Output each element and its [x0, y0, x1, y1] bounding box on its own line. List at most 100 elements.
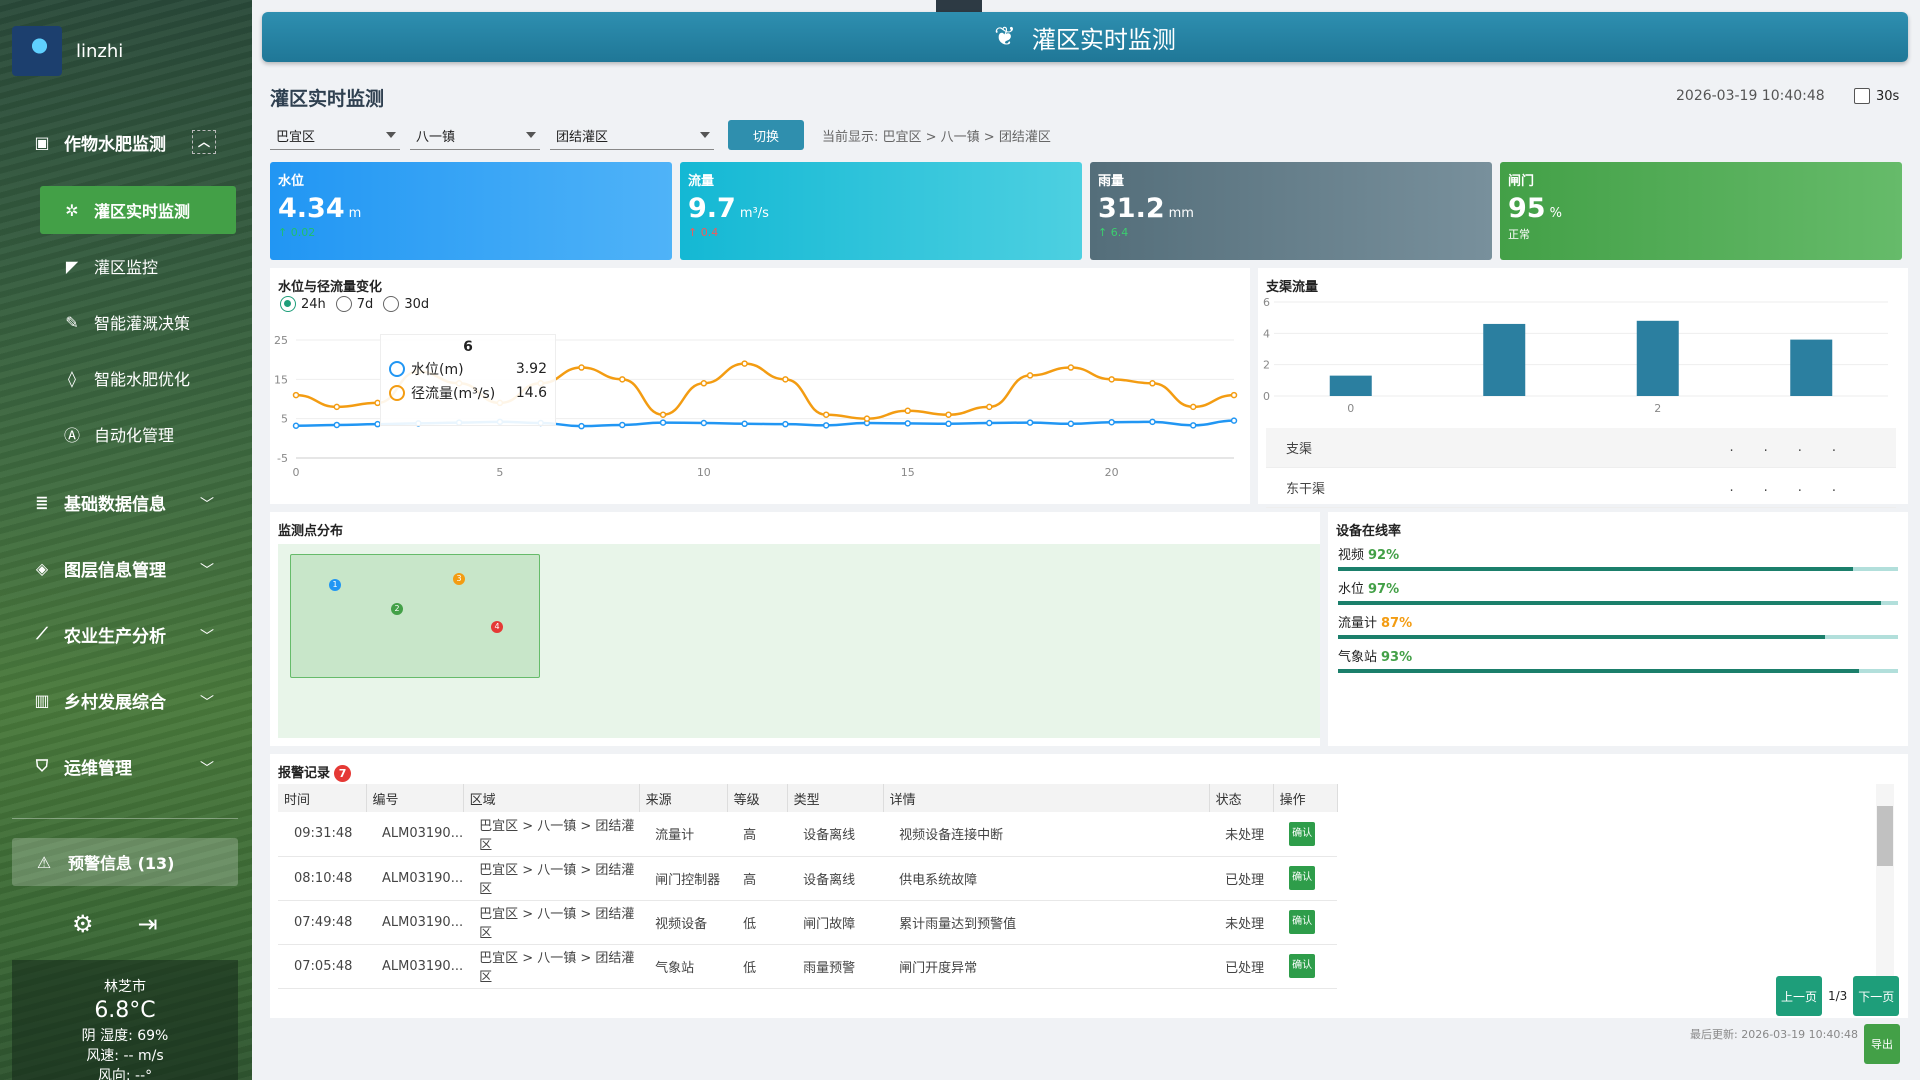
menu-group-label: 乡村发展综合 — [64, 692, 166, 713]
sidebar-item-decision[interactable]: ✎ 智能灌溉决策 — [40, 298, 236, 346]
monitor-pin[interactable]: 1 — [329, 579, 341, 591]
menu-group-basic-data[interactable]: ≣ 基础数据信息 ﹀ — [0, 480, 252, 524]
sidebar-item-label: 自动化管理 — [94, 426, 175, 445]
alert-info-button[interactable]: ⚠ 预警信息 (13) — [12, 838, 238, 886]
edit-icon: ✎ — [65, 312, 79, 332]
menu-group-ops[interactable]: ⛉ 运维管理 ﹀ — [0, 744, 252, 788]
card-delta: ↑ 0.4 — [688, 226, 719, 239]
prev-page-button[interactable]: 上一页 — [1776, 976, 1822, 1016]
alerts-panel: 报警记录 7 时间 编号 区域 来源 等级 类型 详情 状态 操作 09:31:4… — [270, 754, 1908, 1018]
column-header[interactable]: 类型 — [787, 784, 884, 812]
monitor-pin[interactable]: 3 — [453, 573, 465, 585]
map-panel: 监测点分布 1 2 3 4 — [270, 512, 1320, 746]
town-select[interactable]: 八一镇 — [410, 120, 540, 150]
table-cell: 供电系统故障 — [883, 856, 1210, 901]
column-header[interactable]: 编号 — [366, 784, 464, 812]
menu-group-layers[interactable]: ◈ 图层信息管理 ﹀ — [0, 546, 252, 590]
card-label: 流量 — [688, 174, 715, 189]
chart-line-icon: ⟋ — [36, 624, 48, 643]
table-row[interactable]: 07:05:48 ALM03190... 巴宜区 > 八一镇 > 团结灌区 气象站低雨… — [278, 944, 1338, 989]
chevron-up-icon[interactable]: ︿ — [192, 130, 216, 154]
column-header[interactable]: 详情 — [883, 784, 1210, 812]
column-header[interactable]: 区域 — [463, 784, 640, 812]
table-cell: 设备离线 — [787, 856, 884, 901]
auto-refresh-checkbox[interactable] — [1854, 88, 1870, 104]
table-row[interactable]: 08:10:48 ALM03190... 巴宜区 > 八一镇 > 团结灌区 闸门控制器… — [278, 856, 1338, 901]
table-row[interactable]: 07:49:48 ALM03190... 巴宜区 > 八一镇 > 团结灌区 视频设备低… — [278, 900, 1338, 945]
x-tick-label: 0 — [293, 466, 300, 479]
online-row: 气象站 93% — [1338, 646, 1898, 673]
layers-icon: ◈ — [35, 558, 49, 578]
logout-icon[interactable]: ⇥ — [138, 910, 158, 938]
y-tick-label: 2 — [1263, 359, 1270, 372]
list-item[interactable]: 东干渠.... — [1266, 468, 1896, 508]
scrollbar-thumb[interactable] — [1877, 806, 1893, 866]
region-select[interactable]: 巴宜区 — [270, 120, 400, 150]
table-scrollbar[interactable] — [1876, 784, 1894, 984]
online-bar-fill — [1338, 601, 1882, 605]
table-cell: 高 — [727, 856, 788, 901]
confirm-button[interactable]: 确认 — [1289, 866, 1316, 890]
sidebar-item-optimize[interactable]: ◊ 智能水肥优化 — [40, 354, 236, 402]
district-boundary[interactable]: 1 2 3 4 — [290, 554, 540, 678]
current-location: 当前显示: 巴宜区 > 八一镇 > 团结灌区 — [822, 129, 1051, 145]
page-indicator: 1/3 — [1828, 989, 1848, 1003]
menu-group-rural[interactable]: ▥ 乡村发展综合 ﹀ — [0, 678, 252, 722]
table-cell: 闸门故障 — [787, 900, 884, 945]
column-header[interactable]: 时间 — [278, 784, 367, 812]
x-tick-label: 2 — [1654, 402, 1661, 415]
confirm-button[interactable]: 确认 — [1289, 954, 1316, 978]
next-page-button[interactable]: 下一页 — [1853, 976, 1900, 1016]
column-header[interactable]: 状态 — [1209, 784, 1274, 812]
online-rate-title: 设备在线率 — [1336, 524, 1402, 539]
user-profile[interactable]: linzhi — [12, 26, 123, 76]
device-name: 视频 — [1338, 548, 1365, 563]
sidebar-item-automation[interactable]: Ⓐ 自动化管理 — [40, 410, 236, 458]
sidebar-item-camera[interactable]: ◤ 灌区监控 — [40, 242, 236, 290]
confirm-button[interactable]: 确认 — [1289, 821, 1316, 846]
table-cell: 视频设备连接中断 — [883, 812, 1210, 857]
water-level-card[interactable]: 水位 4.34 m ↑ 0.02 — [270, 162, 672, 260]
confirm-button[interactable]: 确认 — [1289, 910, 1316, 934]
table-cell: 09:31:48 — [278, 812, 366, 857]
data-point — [822, 411, 830, 418]
table-cell: 低 — [727, 900, 788, 945]
tooltip-value: 14.6 — [515, 385, 547, 401]
x-tick-label: 15 — [901, 466, 915, 479]
rain-card[interactable]: 雨量 31.2 mm ↑ 6.4 — [1090, 162, 1492, 260]
sidebar-item-label: 灌区监控 — [94, 258, 159, 277]
export-button[interactable]: 导出 — [1864, 1024, 1900, 1064]
monitor-pin[interactable]: 2 — [391, 603, 403, 615]
table-cell: 闸门控制器 — [639, 856, 728, 901]
table-cell: 已处理 — [1209, 856, 1274, 901]
bar-chart[interactable]: 0 2 4 6 0 2 — [1258, 268, 1908, 428]
monitor-pin[interactable]: 4 — [491, 621, 503, 633]
menu-group-crop-monitor[interactable]: ▣ 作物水肥监测 ︿ — [0, 120, 252, 164]
metric-cards: 水位 4.34 m ↑ 0.02 流量 9.7 m³/s ↑ 0.4 雨量 31.2… — [270, 162, 1902, 260]
gate-card[interactable]: 闸门 95% 正常 — [1500, 162, 1902, 260]
table-row[interactable]: 09:31:48 ALM03190... 巴宜区 > 八一镇 > 团结灌区 流量计高设… — [278, 812, 1338, 857]
map-area[interactable]: 1 2 3 4 — [278, 544, 1320, 738]
avatar[interactable] — [12, 26, 62, 76]
online-bar — [1338, 567, 1898, 571]
data-point — [333, 403, 341, 411]
flow-card[interactable]: 流量 9.7 m³/s ↑ 0.4 — [680, 162, 1082, 260]
column-header[interactable]: 等级 — [727, 784, 788, 812]
username: linzhi — [76, 40, 124, 62]
column-header[interactable]: 来源 — [639, 784, 728, 812]
auto-refresh-toggle[interactable]: 30s — [1854, 88, 1899, 104]
gear-icon[interactable]: ⚙ — [72, 910, 94, 938]
district-select[interactable]: 团结灌区 — [550, 120, 714, 150]
y-tick-label: 15 — [274, 373, 288, 386]
filter-bar: 巴宜区 八一镇 团结灌区 切换 当前显示: 巴宜区 > 八一镇 > 团结灌区 — [270, 120, 1051, 150]
switch-button[interactable]: 切换 — [728, 120, 804, 150]
alerts-count-badge: 7 — [334, 765, 352, 782]
list-item[interactable]: 支渠.... — [1266, 428, 1896, 468]
warning-icon: ⚠ — [36, 852, 52, 872]
menu-group-analysis[interactable]: ⟋ 农业生产分析 ﹀ — [0, 612, 252, 656]
sidebar-item-realtime[interactable]: ✲ 灌区实时监测 — [40, 186, 236, 234]
menu-group-label: 图层信息管理 — [64, 560, 166, 581]
online-bar — [1338, 601, 1898, 605]
card-label: 雨量 — [1098, 174, 1125, 189]
column-header[interactable]: 操作 — [1273, 784, 1338, 812]
